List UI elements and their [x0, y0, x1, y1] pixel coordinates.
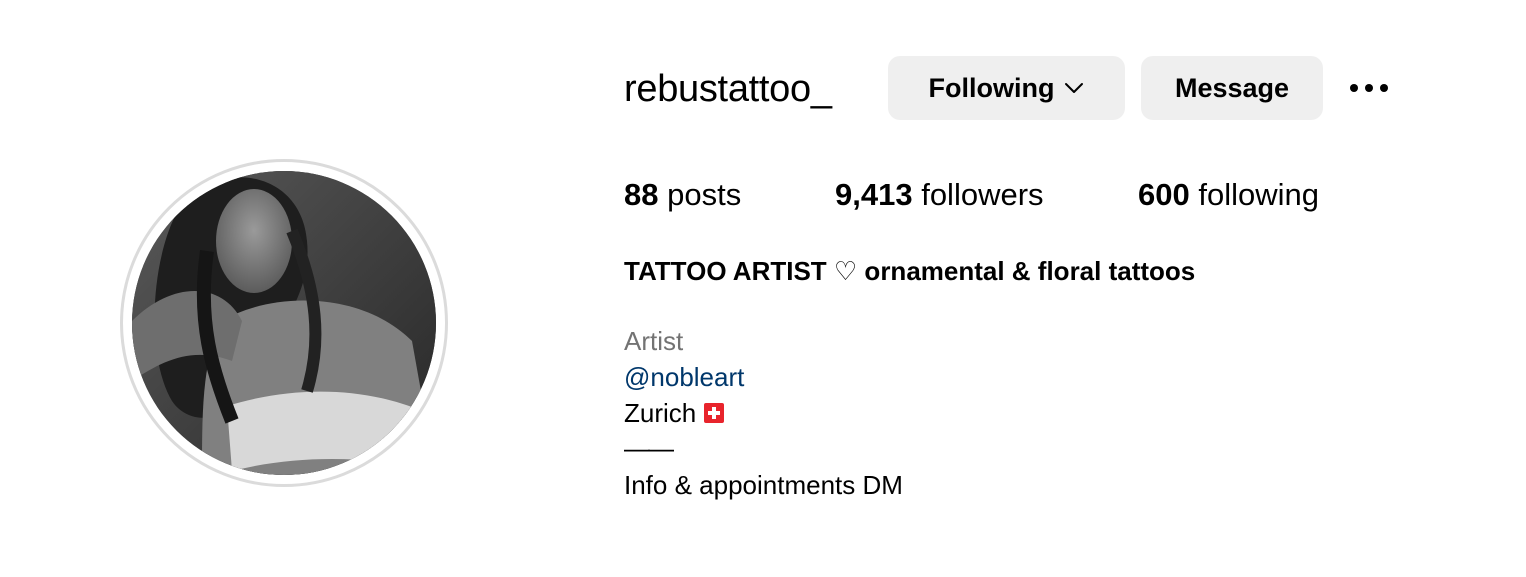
bio-mention-link[interactable]: @nobleart — [624, 361, 744, 393]
bio-info: Info & appointments DM — [624, 470, 903, 500]
avatar-photo — [132, 171, 436, 475]
posts-count-stat: 88 posts — [624, 176, 741, 214]
bio-name: TATTOO ARTIST ♡ ornamental & floral tatt… — [624, 256, 1196, 286]
more-dot — [1380, 84, 1388, 92]
bio-location-text: Zurich — [624, 398, 697, 428]
message-button[interactable]: Message — [1141, 56, 1323, 120]
more-options-icon[interactable] — [1345, 72, 1393, 104]
posts-count: 88 — [624, 177, 659, 212]
followers-count: 9,413 — [835, 177, 913, 212]
profile-username: rebustattoo_ — [624, 68, 832, 110]
bio-location: Zurich — [624, 397, 725, 429]
profile-category: Artist — [624, 326, 684, 356]
bio-divider: —— — [624, 433, 674, 463]
avatar[interactable] — [132, 171, 436, 475]
following-button[interactable]: Following — [888, 56, 1125, 120]
chevron-down-icon — [1065, 83, 1084, 93]
more-dot — [1365, 84, 1373, 92]
avatar-ring[interactable] — [120, 159, 448, 487]
following-label: following — [1198, 177, 1319, 212]
following-button-label: Following — [928, 72, 1055, 103]
following-count: 600 — [1138, 177, 1190, 212]
swiss-flag-icon — [704, 403, 725, 423]
more-dot — [1350, 84, 1358, 92]
message-button-label: Message — [1174, 72, 1290, 103]
following-count-stat[interactable]: 600 following — [1138, 176, 1319, 214]
followers-count-stat[interactable]: 9,413 followers — [835, 176, 1044, 214]
posts-label: posts — [667, 177, 742, 212]
followers-label: followers — [921, 177, 1044, 212]
